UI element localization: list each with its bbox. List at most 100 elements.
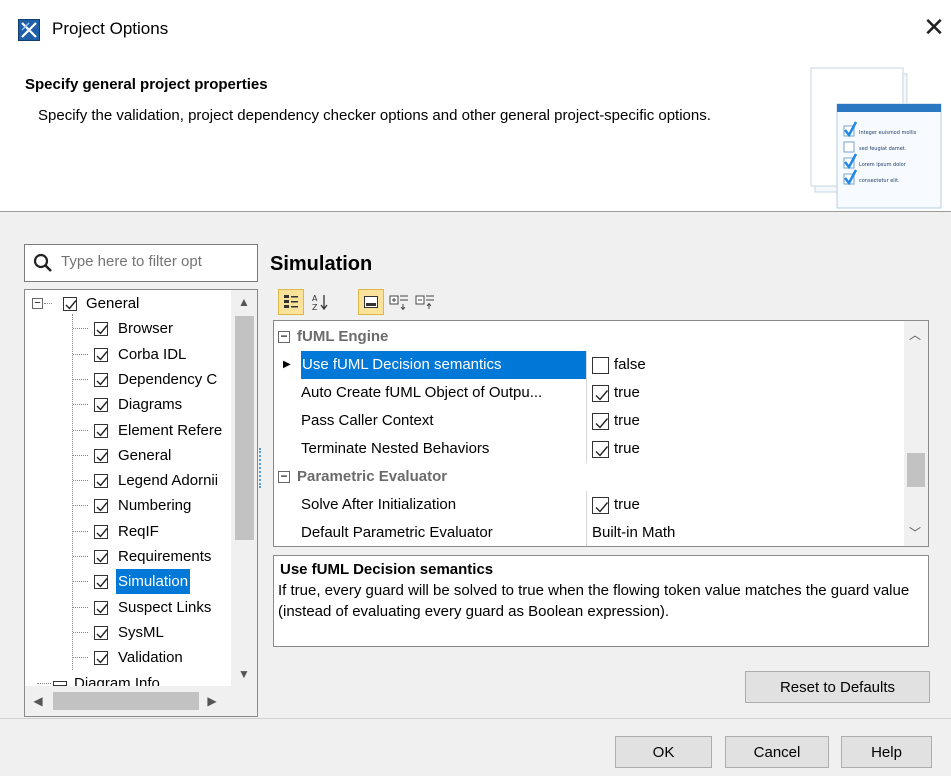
checkbox-checked-icon[interactable] xyxy=(592,385,609,402)
property-row[interactable]: Auto Create fUML Object of Outpu... true xyxy=(274,379,904,407)
checkbox-checked-icon[interactable] xyxy=(94,347,108,362)
filter-box[interactable] xyxy=(24,244,258,282)
checkbox-checked-icon[interactable] xyxy=(94,600,108,615)
property-category[interactable]: − Parametric Evaluator xyxy=(274,463,904,491)
property-name: Auto Create fUML Object of Outpu... xyxy=(301,384,543,401)
tree-guide-line xyxy=(73,530,88,532)
tree-vertical-scrollbar[interactable]: ▲ ▼ xyxy=(231,290,257,686)
checkbox-checked-icon[interactable] xyxy=(592,413,609,430)
column-separator xyxy=(586,351,587,379)
property-row[interactable]: ▶ Use fUML Decision semantics false xyxy=(274,351,904,379)
collapse-all-button[interactable] xyxy=(412,289,438,315)
checkbox-checked-icon[interactable] xyxy=(94,524,108,539)
checkbox-checked-icon[interactable] xyxy=(94,448,108,463)
expand-all-button[interactable] xyxy=(386,289,412,315)
scroll-right-icon[interactable]: ▶ xyxy=(199,689,225,713)
tree-item[interactable]: Corba IDL xyxy=(25,342,231,367)
categorized-icon xyxy=(284,295,298,308)
scroll-down-icon[interactable]: ﹀ xyxy=(903,521,927,545)
column-separator xyxy=(586,407,587,435)
property-row[interactable]: Default Parametric Evaluator Built-in Mat… xyxy=(274,519,904,546)
column-separator xyxy=(586,435,587,463)
cancel-button[interactable]: Cancel xyxy=(725,736,829,768)
tree-item[interactable]: Dependency C xyxy=(25,367,231,392)
checkbox-checked-icon[interactable] xyxy=(63,297,77,311)
current-row-arrow-icon: ▶ xyxy=(283,359,291,370)
checkbox-checked-icon[interactable] xyxy=(94,575,108,590)
tree-horizontal-scrollbar[interactable]: ◀ ▶ xyxy=(25,686,257,716)
property-category[interactable]: − fUML Engine xyxy=(274,323,904,351)
categorized-view-button[interactable] xyxy=(278,289,304,315)
checkbox-checked-icon[interactable] xyxy=(94,322,108,337)
checkbox-checked-icon[interactable] xyxy=(94,651,108,666)
help-button[interactable]: Help xyxy=(841,736,932,768)
tree-item-label: General xyxy=(118,446,172,464)
close-icon[interactable]: ✕ xyxy=(920,13,948,41)
tree-item[interactable]: General xyxy=(25,443,231,468)
tree-item[interactable]: ReqIF xyxy=(25,519,231,544)
tree-guide-line xyxy=(73,556,88,557)
checkbox-checked-icon[interactable] xyxy=(94,499,108,514)
scroll-up-icon[interactable]: ︿ xyxy=(903,323,927,347)
tree-guide-line xyxy=(44,303,52,304)
options-illustration-icon: Integer euismod mollis sed feugiat damet… xyxy=(810,67,942,209)
collapse-icon[interactable]: − xyxy=(32,298,43,309)
filter-input[interactable] xyxy=(61,253,251,270)
options-tree[interactable]: − General Browser Corba IDL Dependency C Diag… xyxy=(24,289,258,717)
svg-text:Z: Z xyxy=(312,303,318,311)
property-row[interactable]: Pass Caller Context true xyxy=(274,407,904,435)
scroll-thumb[interactable] xyxy=(235,316,254,540)
tree-item[interactable]: Legend Adornii xyxy=(25,468,231,493)
checkbox-checked-icon[interactable] xyxy=(94,398,108,413)
property-value-text: Built-in Math xyxy=(592,524,676,541)
scroll-thumb[interactable] xyxy=(907,453,925,487)
description-icon xyxy=(364,296,378,308)
checkbox-unchecked-icon[interactable] xyxy=(592,357,609,374)
tree-item-label: Validation xyxy=(118,649,183,667)
tree-item[interactable]: Browser xyxy=(25,316,231,341)
tree-item[interactable]: Diagrams xyxy=(25,392,231,417)
checkbox-checked-icon[interactable] xyxy=(94,372,108,387)
show-description-button[interactable] xyxy=(358,289,384,315)
property-description-panel: Use fUML Decision semantics If true, eve… xyxy=(273,555,929,647)
tree-guide-line xyxy=(73,631,88,633)
checkbox-checked-icon[interactable] xyxy=(94,625,108,640)
tree-guide-line xyxy=(73,480,88,482)
tree-item-label: ReqIF xyxy=(118,522,159,540)
button-bar-divider xyxy=(0,718,951,719)
tree-item-label: Dependency C xyxy=(118,370,218,388)
tree-guide-line xyxy=(73,606,88,608)
property-row[interactable]: Terminate Nested Behaviors true xyxy=(274,435,904,463)
panel-splitter[interactable] xyxy=(259,448,262,488)
tree-item[interactable]: Suspect Links xyxy=(25,595,231,620)
scroll-left-icon[interactable]: ◀ xyxy=(25,689,51,713)
tree-item[interactable]: Simulation xyxy=(25,569,231,595)
tree-item[interactable]: Element Refere xyxy=(25,418,231,443)
scroll-up-icon[interactable]: ▲ xyxy=(231,290,257,314)
sort-alphabetical-button[interactable]: A Z xyxy=(308,289,334,315)
reset-to-defaults-button[interactable]: Reset to Defaults xyxy=(745,671,930,703)
property-name: Pass Caller Context xyxy=(301,412,434,429)
grid-vertical-scrollbar[interactable]: ︿ ﹀ xyxy=(904,321,928,546)
expand-all-icon xyxy=(389,295,408,311)
tree-item[interactable]: Requirements xyxy=(25,544,231,569)
tree-guide-line xyxy=(73,657,88,659)
property-value-text: true xyxy=(614,412,640,429)
tree-item[interactable]: − General xyxy=(25,291,231,316)
property-name: Terminate Nested Behaviors xyxy=(301,440,490,457)
scroll-down-icon[interactable]: ▼ xyxy=(231,662,257,686)
scroll-thumb[interactable] xyxy=(53,692,199,710)
checkbox-checked-icon[interactable] xyxy=(94,550,108,564)
ok-button[interactable]: OK xyxy=(615,736,712,768)
tree-item[interactable]: SysML xyxy=(25,620,231,645)
tree-item[interactable]: Validation xyxy=(25,645,231,670)
tree-item[interactable]: Numbering xyxy=(25,493,231,518)
checkbox-checked-icon[interactable] xyxy=(94,423,108,438)
checkbox-checked-icon[interactable] xyxy=(592,441,609,458)
collapse-icon[interactable]: − xyxy=(278,330,290,343)
property-row[interactable]: Solve After Initialization true xyxy=(274,491,904,519)
checkbox-checked-icon[interactable] xyxy=(94,474,108,489)
checkbox-checked-icon[interactable] xyxy=(592,497,609,514)
property-grid[interactable]: − fUML Engine ▶ Use fUML Decision semantics… xyxy=(273,320,929,547)
collapse-icon[interactable]: − xyxy=(278,470,290,483)
